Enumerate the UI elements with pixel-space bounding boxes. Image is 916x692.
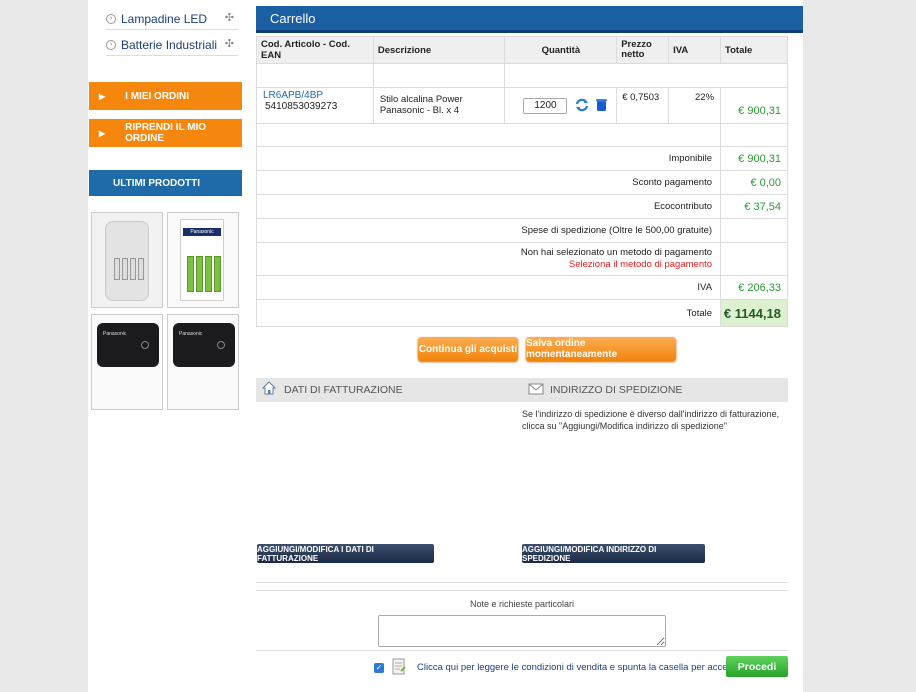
- col-header-vat: IVA: [668, 36, 722, 64]
- sidebar-item-label: Batterie Industriali: [121, 37, 218, 52]
- trash-icon[interactable]: [595, 98, 607, 112]
- battery-pack-image: Panasonic: [180, 219, 224, 301]
- product-description: Stilo alcalina Power Panasonic - Bl. x 4: [372, 87, 506, 124]
- shipping-value: [720, 218, 788, 243]
- house-icon: [262, 381, 276, 395]
- summary-row-vat: IVA € 206,33: [255, 275, 788, 300]
- accept-terms-checkbox[interactable]: ✓: [374, 663, 384, 673]
- proceed-button[interactable]: Procedi: [726, 656, 788, 677]
- envelope-icon: [528, 383, 544, 395]
- product-thumb-charger[interactable]: [91, 212, 163, 308]
- continue-shopping-button[interactable]: Continua gli acquisti: [418, 337, 518, 361]
- vat-label: IVA: [255, 275, 722, 300]
- col-header-code: Cod. Articolo - Cod. EAN: [256, 36, 374, 64]
- sidebar-item-lampadine-led[interactable]: › Lampadine LED ✣: [106, 8, 238, 30]
- chevron-right-icon: ›: [106, 39, 116, 50]
- summary-row-payment-method: Non hai selezionato un metodo di pagamen…: [255, 242, 788, 276]
- divider: [256, 582, 788, 583]
- table-row: LR6APB/4BP 5410853039273 Stilo alcalina …: [256, 87, 788, 124]
- product-thumb-powerbank-1[interactable]: Panasonic: [91, 314, 163, 410]
- taxable-value: € 900,31: [720, 146, 788, 171]
- cart-title: Carrello: [256, 6, 803, 33]
- edit-billing-button[interactable]: AGGIUNGI/MODIFICA I DATI DI FATTURAZIONE: [257, 544, 434, 563]
- my-orders-label: I MIEI ORDINI: [125, 90, 190, 102]
- eco-label: Ecocontributo: [255, 194, 722, 219]
- sidebar-item-label: Lampadine LED: [121, 11, 208, 26]
- item-total-value: € 900,31: [720, 87, 788, 124]
- resume-order-button[interactable]: ▶ RIPRENDI IL MIO ORDINE: [89, 119, 242, 147]
- notes-label: Note e richieste particolari: [469, 599, 575, 609]
- address-section-bar: DATI DI FATTURAZIONE INDIRIZZO DI SPEDIZ…: [256, 378, 788, 402]
- chevron-right-icon: ›: [106, 13, 116, 24]
- col-header-total: Totale: [720, 36, 788, 64]
- divider: [256, 650, 788, 651]
- triangle-right-icon: ▶: [99, 91, 106, 101]
- vat-value: € 206,33: [720, 275, 788, 300]
- refresh-icon[interactable]: [575, 98, 589, 112]
- recent-products-header: ULTIMI PRODOTTI: [89, 170, 242, 196]
- spacer-row: [256, 63, 788, 88]
- cart-table: Cod. Articolo - Cod. EAN Descrizione Qua…: [255, 36, 788, 327]
- summary-row-payment-discount: Sconto pagamento € 0,00: [255, 170, 788, 195]
- product-ean: 5410853039273: [265, 101, 338, 112]
- expand-icon[interactable]: ✣: [225, 37, 234, 50]
- page: › Lampadine LED ✣ › Batterie Industriali…: [88, 0, 803, 692]
- product-thumb-powerbank-2[interactable]: Panasonic: [167, 314, 239, 410]
- terms-link[interactable]: Clicca qui per leggere le condizioni di …: [417, 662, 751, 673]
- col-header-description: Descrizione: [372, 36, 506, 64]
- expand-icon[interactable]: ✣: [225, 11, 234, 24]
- net-price-value: € 0,7503: [616, 87, 670, 124]
- charger-image: [105, 221, 149, 301]
- select-payment-method-link[interactable]: Seleziona il metodo di pagamento: [257, 259, 712, 271]
- my-orders-button[interactable]: ▶ I MIEI ORDINI: [89, 82, 242, 110]
- resume-order-label: RIPRENDI IL MIO ORDINE: [125, 122, 207, 144]
- powerbank-brand-logo: Panasonic: [103, 331, 127, 337]
- eco-value: € 37,54: [720, 194, 788, 219]
- shipping-note: Se l'indirizzo di spedizione è diverso d…: [522, 409, 780, 431]
- pack-brand-logo: Panasonic: [183, 228, 221, 236]
- billing-section-label: DATI DI FATTURAZIONE: [284, 384, 403, 396]
- taxable-label: Imponibile: [255, 146, 722, 171]
- powerbank-image: Panasonic: [97, 323, 159, 367]
- spacer-row: [255, 123, 788, 147]
- product-code-link[interactable]: LR6APB/4BP: [263, 90, 367, 101]
- powerbank-brand-logo: Panasonic: [179, 331, 203, 337]
- summary-row-shipping: Spese di spedizione (Oltre le 500,00 gra…: [255, 218, 788, 243]
- payment-method-note: Non hai selezionato un metodo di pagamen…: [520, 247, 713, 258]
- cart-header-row: Cod. Articolo - Cod. EAN Descrizione Qua…: [256, 36, 788, 64]
- col-header-net-price: Prezzo netto: [616, 36, 670, 64]
- product-thumb-battery-pack[interactable]: Panasonic: [167, 212, 239, 308]
- summary-row-total: Totale € 1144,18: [255, 299, 788, 327]
- notes-textarea[interactable]: [378, 615, 666, 647]
- save-order-button[interactable]: Salva ordine momentaneamente: [526, 337, 676, 361]
- summary-row-taxable: Imponibile € 900,31: [255, 146, 788, 171]
- triangle-right-icon: ▶: [99, 128, 106, 138]
- shipping-section-label: INDIRIZZO DI SPEDIZIONE: [550, 384, 683, 396]
- edit-shipping-button[interactable]: AGGIUNGI/MODIFICA INDIRIZZO DI SPEDIZION…: [522, 544, 705, 563]
- divider: [256, 590, 788, 591]
- payment-discount-value: € 0,00: [720, 170, 788, 195]
- document-icon: [392, 658, 406, 675]
- grand-total-value: € 1144,18: [720, 299, 788, 327]
- vat-rate-value: 22%: [668, 87, 722, 124]
- shipping-label: Spese di spedizione (Oltre le 500,00 gra…: [255, 218, 722, 243]
- col-header-quantity: Quantità: [504, 36, 618, 64]
- total-label: Totale: [255, 299, 722, 327]
- sidebar-item-batterie-industriali[interactable]: › Batterie Industriali ✣: [106, 34, 238, 56]
- quantity-input[interactable]: 1200: [523, 97, 568, 114]
- payment-discount-label: Sconto pagamento: [255, 170, 722, 195]
- powerbank-image: Panasonic: [173, 323, 235, 367]
- summary-row-eco: Ecocontributo € 37,54: [255, 194, 788, 219]
